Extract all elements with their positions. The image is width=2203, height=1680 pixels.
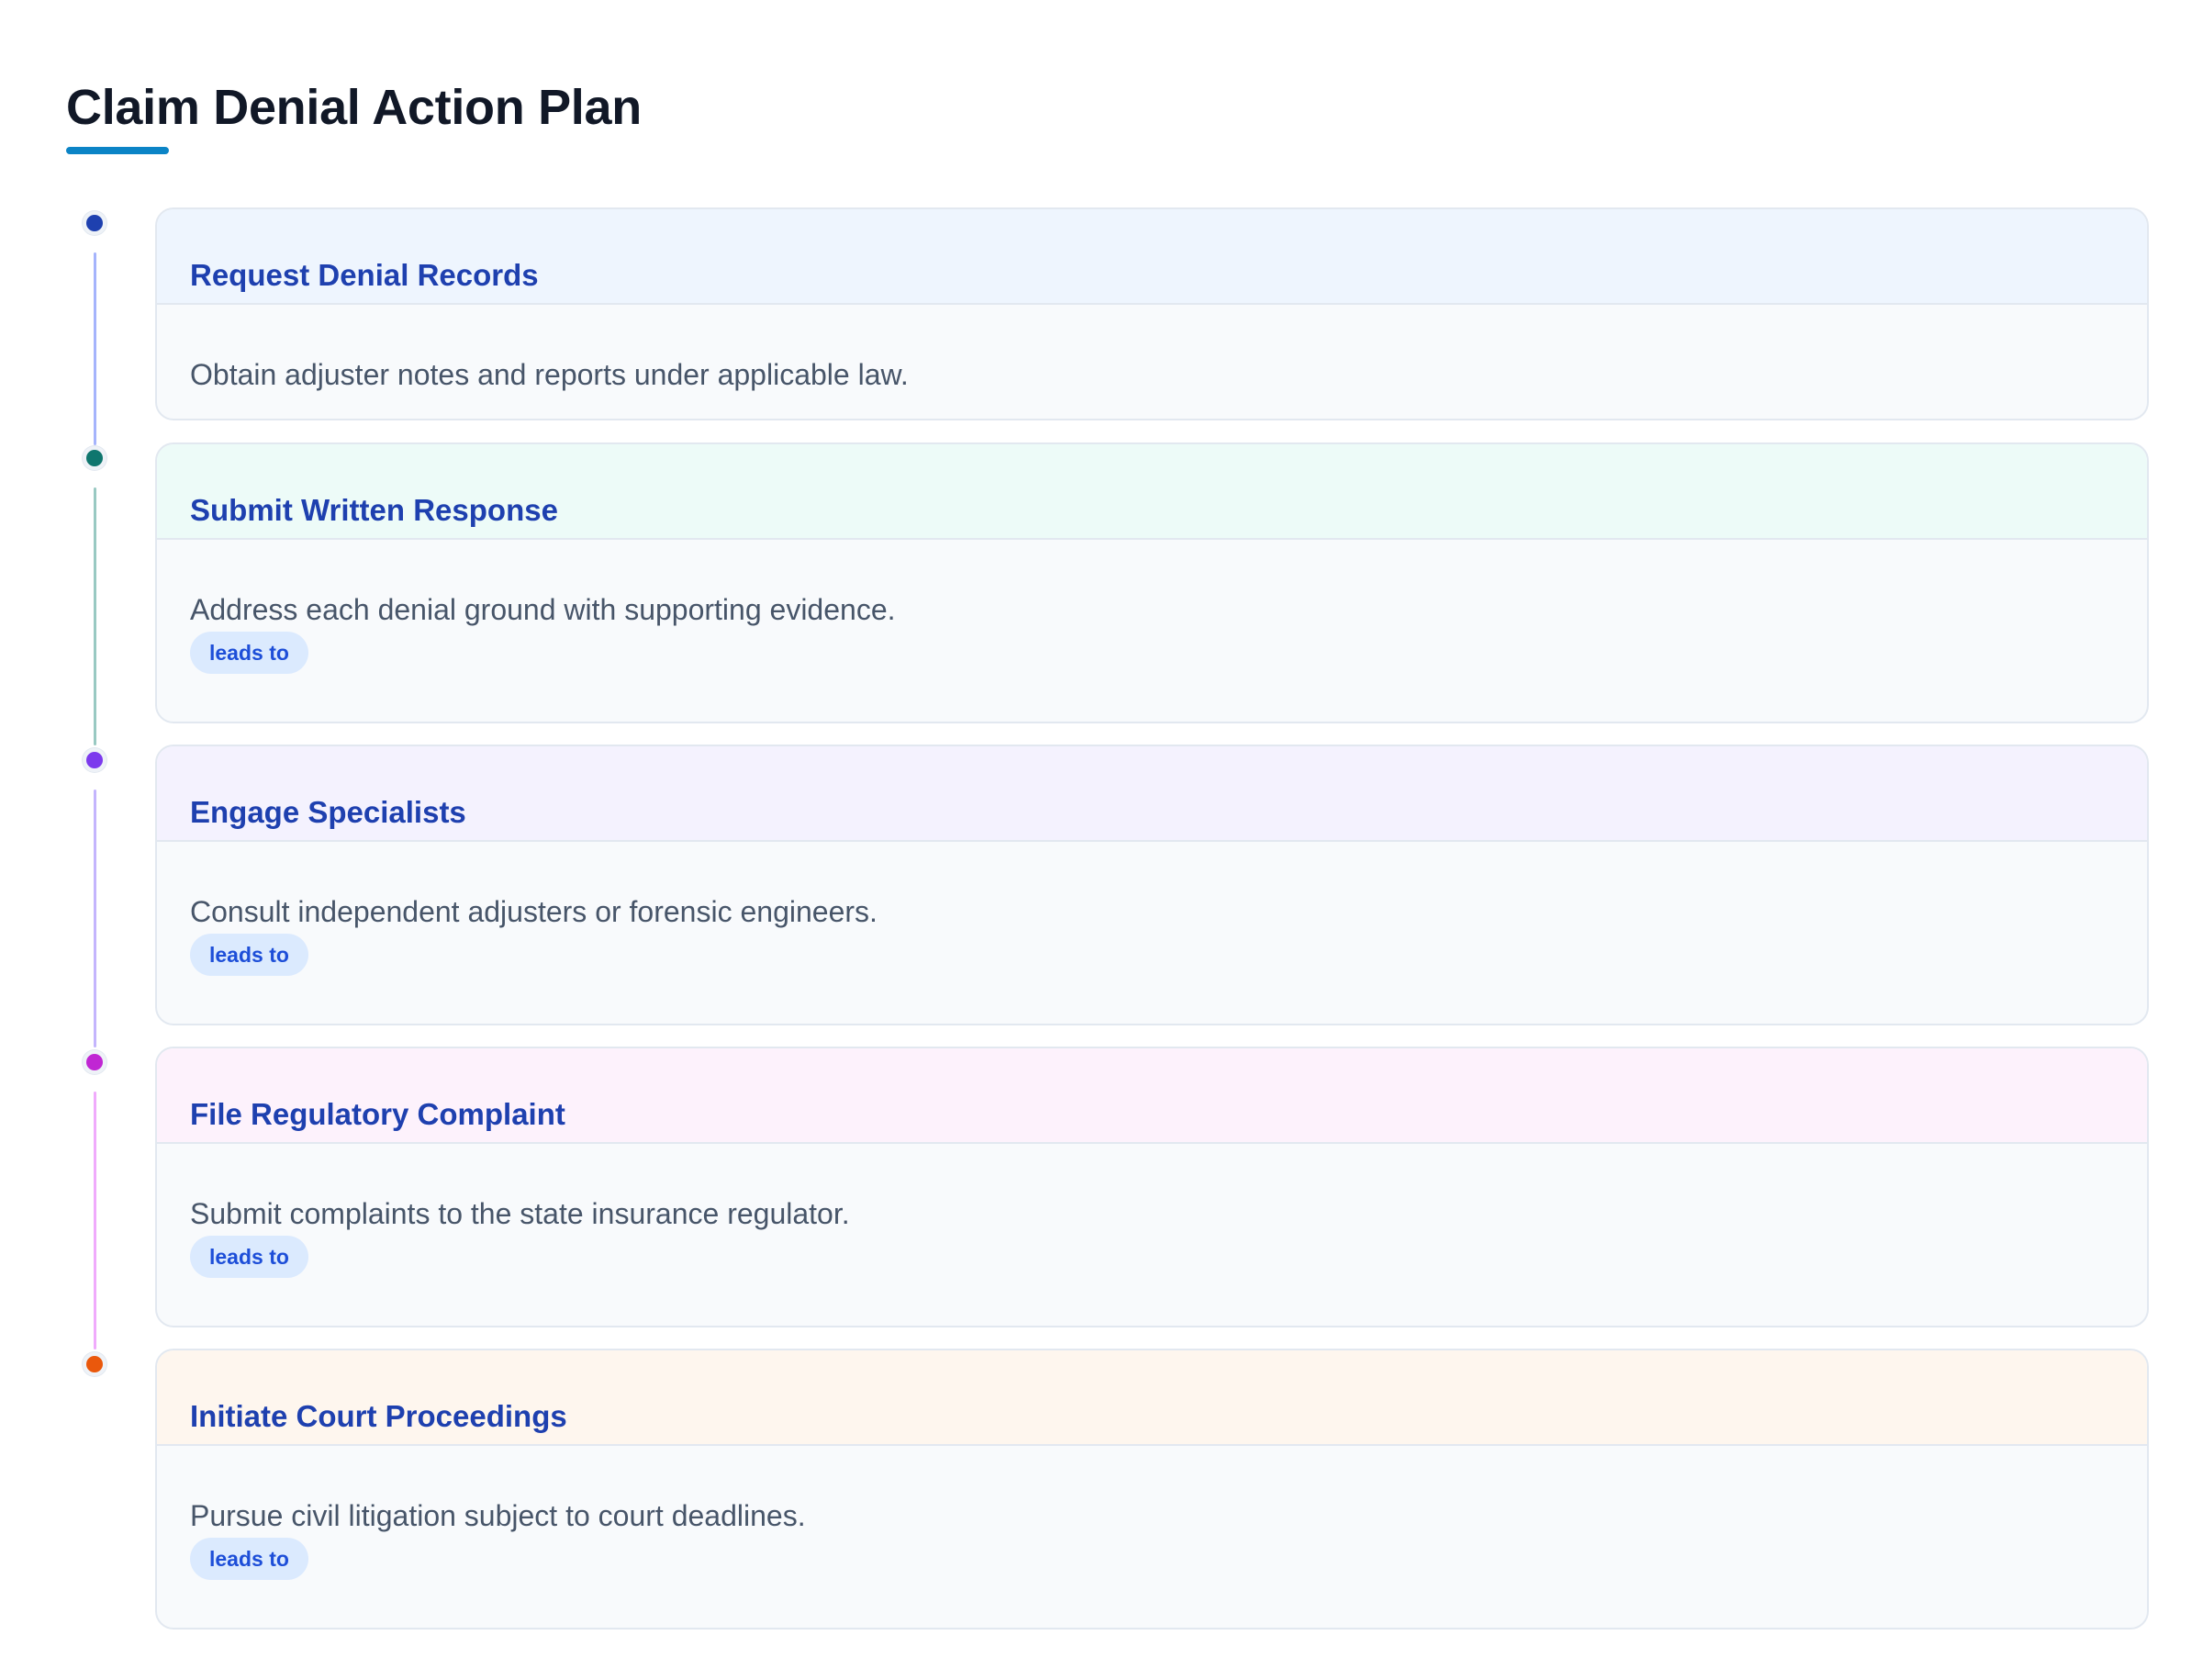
step-header: Engage Specialists [157,746,2147,842]
step-card-submit-written-response: Submit Written Response Address each den… [155,442,2149,723]
step-header: Initiate Court Proceedings [157,1350,2147,1446]
step-description: Pursue civil litigation subject to court… [190,1499,806,1532]
step-title: Submit Written Response [190,493,558,527]
page-title: Claim Denial Action Plan [66,80,642,135]
step-card-file-regulatory-complaint: File Regulatory Complaint Submit complai… [155,1047,2149,1327]
timeline-dot [83,1352,106,1376]
timeline-connector [94,790,96,1047]
step-description: Address each denial ground with supporti… [190,593,896,626]
timeline-connector [94,1092,96,1350]
step-title: Request Denial Records [190,258,539,292]
step-header: File Regulatory Complaint [157,1048,2147,1144]
step-title: File Regulatory Complaint [190,1097,565,1131]
step-card-request-denial-records: Request Denial Records Obtain adjuster n… [155,207,2149,420]
step-title: Initiate Court Proceedings [190,1399,567,1433]
step-description: Submit complaints to the state insurance… [190,1197,850,1230]
step-header: Submit Written Response [157,444,2147,540]
leads-to-badge: leads to [190,934,308,976]
timeline-connector [94,487,96,745]
step-header: Request Denial Records [157,209,2147,305]
step-card-initiate-court-proceedings: Initiate Court Proceedings Pursue civil … [155,1349,2149,1630]
leads-to-badge: leads to [190,632,308,674]
step-description: Consult independent adjusters or forensi… [190,895,878,928]
leads-to-badge: leads to [190,1236,308,1278]
timeline-connector [94,252,96,445]
title-underline [66,147,169,154]
timeline-dot [83,748,106,772]
leads-to-badge: leads to [190,1538,308,1580]
step-card-engage-specialists: Engage Specialists Consult independent a… [155,745,2149,1025]
timeline-dot [83,1050,106,1074]
timeline-dot [83,446,106,470]
timeline-dot [83,211,106,235]
step-title: Engage Specialists [190,795,466,829]
step-description: Obtain adjuster notes and reports under … [190,358,909,391]
